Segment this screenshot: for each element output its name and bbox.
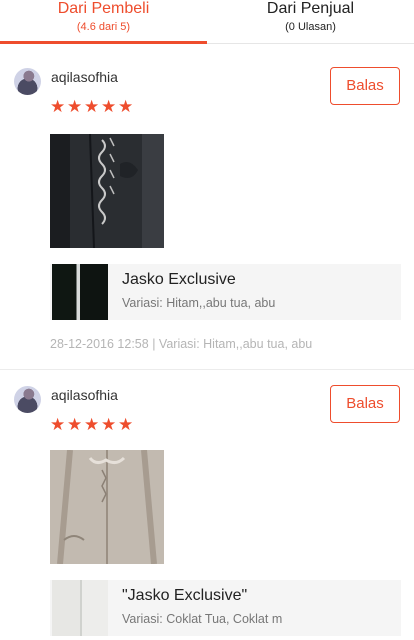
rating-stars: ★ ★ ★ ★ ★ <box>50 97 134 116</box>
tab-label: Dari Pembeli <box>57 0 150 17</box>
star-icon: ★ <box>118 415 134 434</box>
star-icon: ★ <box>50 97 66 116</box>
product-thumbnail <box>52 580 108 636</box>
tab-from-buyer[interactable]: Dari Pembeli (4.6 dari 5) <box>0 0 207 44</box>
review-meta: 28-12-2016 12:58 | Variasi: Hitam,,abu t… <box>50 337 312 351</box>
product-name: "Jasko Exclusive" <box>122 587 248 604</box>
avatar[interactable] <box>14 386 41 413</box>
tab-review-count: (0 Ulasan) <box>285 21 336 33</box>
star-icon: ★ <box>118 97 134 116</box>
star-icon: ★ <box>84 97 100 116</box>
product-card[interactable]: "Jasko Exclusive" Variasi: Coklat Tua, C… <box>50 580 401 636</box>
star-icon: ★ <box>50 415 66 434</box>
review-item: aqilasofhia Balas ★ ★ ★ ★ ★ Jasko Exclus… <box>0 52 414 370</box>
review-variation: Variasi: Hitam,,abu tua, abu <box>158 337 313 351</box>
star-icon: ★ <box>67 97 83 116</box>
tab-rating-summary: (4.6 dari 5) <box>76 21 131 33</box>
review-tabs: Dari Pembeli (4.6 dari 5) Dari Penjual (… <box>0 0 414 44</box>
reviewer-username[interactable]: aqilasofhia <box>51 69 118 85</box>
review-date: 28-12-2016 12:58 <box>50 337 149 351</box>
product-variation: Variasi: Hitam,,abu tua, abu <box>122 296 276 310</box>
product-name: Jasko Exclusive <box>122 271 236 288</box>
shirt-photo-image <box>50 450 164 564</box>
star-icon: ★ <box>101 97 117 116</box>
product-variation: Variasi: Coklat Tua, Coklat m <box>122 612 283 626</box>
product-thumbnail <box>52 264 108 320</box>
product-card[interactable]: Jasko Exclusive Variasi: Hitam,,abu tua,… <box>50 264 401 320</box>
reply-button[interactable]: Balas <box>330 67 400 105</box>
star-icon: ★ <box>84 415 100 434</box>
star-icon: ★ <box>101 415 117 434</box>
star-icon: ★ <box>67 415 83 434</box>
tab-label: Dari Penjual <box>266 0 355 17</box>
rating-stars: ★ ★ ★ ★ ★ <box>50 415 134 434</box>
review-photo[interactable] <box>50 450 164 564</box>
reviewer-username[interactable]: aqilasofhia <box>51 387 118 403</box>
meta-separator: | <box>152 337 159 351</box>
avatar[interactable] <box>14 68 41 95</box>
reply-button[interactable]: Balas <box>330 385 400 423</box>
tab-from-seller[interactable]: Dari Penjual (0 Ulasan) <box>207 0 414 43</box>
review-photo[interactable] <box>50 134 164 248</box>
review-item: aqilasofhia Balas ★ ★ ★ ★ ★ "Jasko Exclu… <box>0 370 414 640</box>
shirt-photo-image <box>50 134 164 248</box>
